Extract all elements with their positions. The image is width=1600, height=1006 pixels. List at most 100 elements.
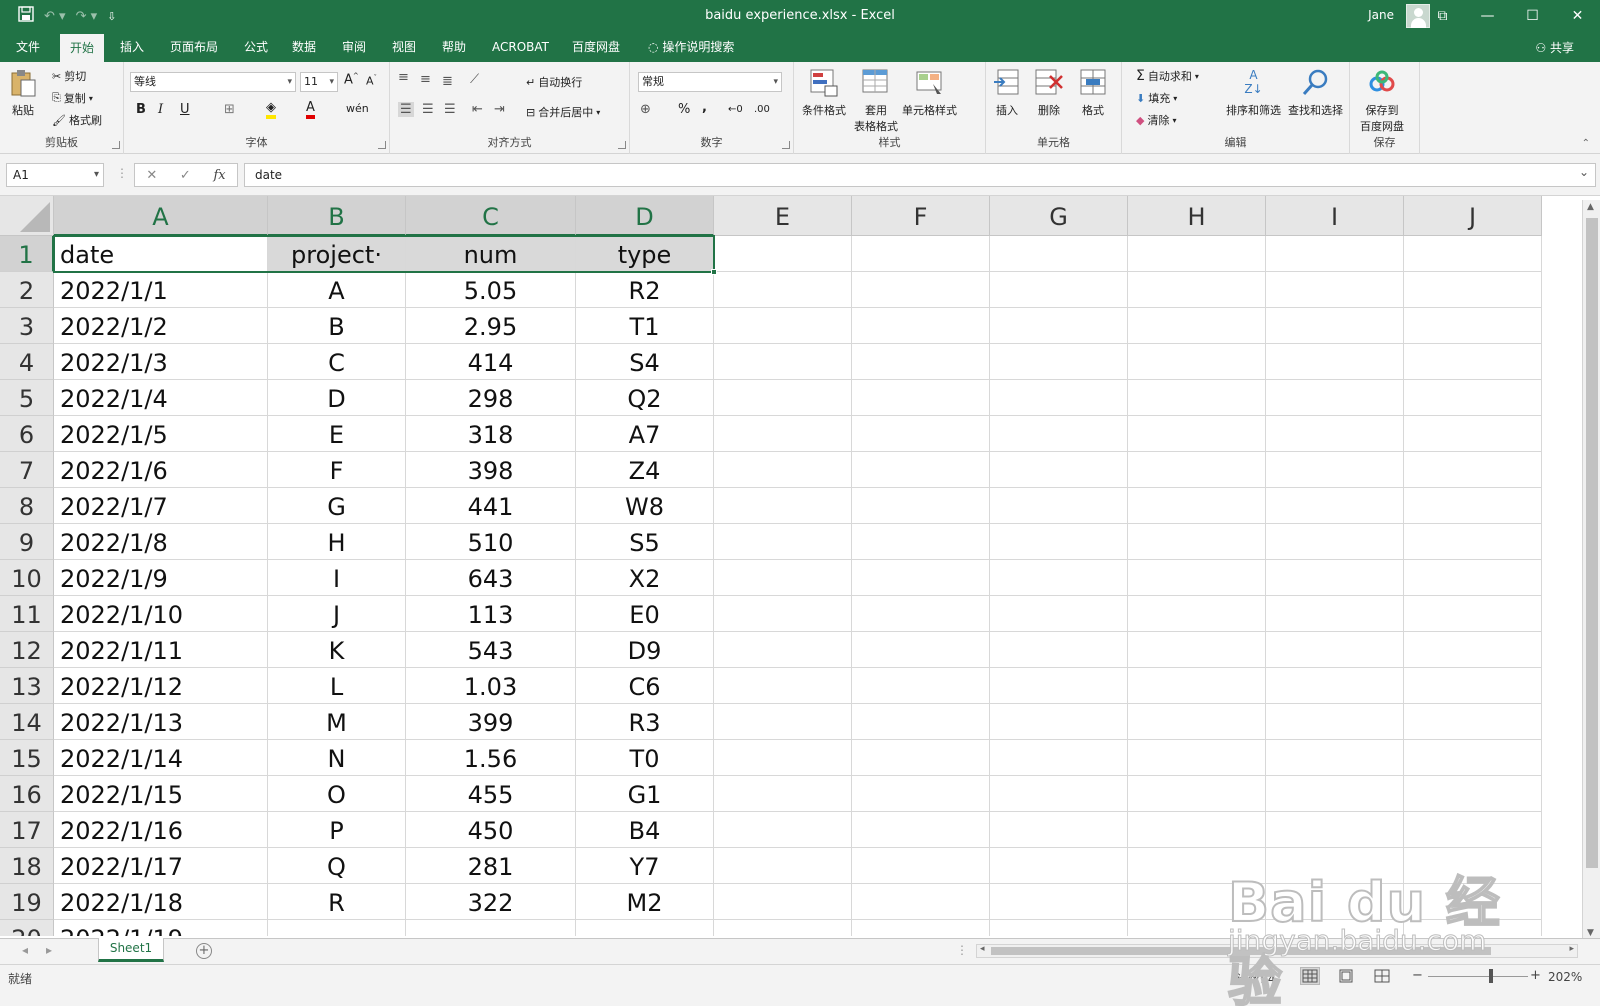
decrease-decimal-icon[interactable]: .00 — [754, 104, 770, 115]
cell-a12[interactable]: 2022/1/11 — [54, 632, 268, 668]
cell-i4[interactable] — [1266, 344, 1404, 380]
cell-f17[interactable] — [852, 812, 990, 848]
tab-help[interactable]: 帮助 — [432, 32, 476, 62]
cell-f12[interactable] — [852, 632, 990, 668]
format-painter-button[interactable]: 🖌 格式刷 — [52, 112, 102, 128]
cell-d20[interactable] — [576, 920, 714, 936]
tab-splitter[interactable]: ⋮ — [956, 943, 968, 957]
cell-g8[interactable] — [990, 488, 1128, 524]
tab-view[interactable]: 视图 — [382, 32, 426, 62]
tab-review[interactable]: 审阅 — [332, 32, 376, 62]
cell-h17[interactable] — [1128, 812, 1266, 848]
cell-j16[interactable] — [1404, 776, 1542, 812]
cell-a19[interactable]: 2022/1/18 — [54, 884, 268, 920]
cell-i12[interactable] — [1266, 632, 1404, 668]
cell-b14[interactable]: M — [268, 704, 406, 740]
zoom-in-icon[interactable]: + — [1530, 968, 1541, 983]
cell-h8[interactable] — [1128, 488, 1266, 524]
cell-b3[interactable]: B — [268, 308, 406, 344]
cell-e17[interactable] — [714, 812, 852, 848]
cell-g2[interactable] — [990, 272, 1128, 308]
cell-e11[interactable] — [714, 596, 852, 632]
cell-f2[interactable] — [852, 272, 990, 308]
cell-c17[interactable]: 450 — [406, 812, 576, 848]
number-launcher-icon[interactable] — [782, 141, 790, 149]
cell-d10[interactable]: X2 — [576, 560, 714, 596]
cell-d2[interactable]: R2 — [576, 272, 714, 308]
font-name-select[interactable]: 等线 — [130, 72, 296, 92]
row-header-5[interactable]: 5 — [0, 380, 54, 416]
cell-j19[interactable] — [1404, 884, 1542, 920]
conditional-formatting-button[interactable]: 条件格式 — [802, 68, 846, 118]
cell-h18[interactable] — [1128, 848, 1266, 884]
row-header-9[interactable]: 9 — [0, 524, 54, 560]
cell-f10[interactable] — [852, 560, 990, 596]
sort-filter-button[interactable]: A Z↓ 排序和筛选 — [1226, 68, 1281, 118]
cell-j5[interactable] — [1404, 380, 1542, 416]
row-header-8[interactable]: 8 — [0, 488, 54, 524]
cell-a1[interactable]: date — [54, 236, 268, 272]
add-sheet-icon[interactable]: + — [196, 943, 212, 959]
horizontal-scroll-thumb[interactable] — [991, 947, 1491, 955]
cell-f8[interactable] — [852, 488, 990, 524]
percent-style-button[interactable]: % — [678, 102, 690, 117]
cell-h19[interactable] — [1128, 884, 1266, 920]
cell-i1[interactable] — [1266, 236, 1404, 272]
cell-c2[interactable]: 5.05 — [406, 272, 576, 308]
cell-d7[interactable]: Z4 — [576, 452, 714, 488]
cell-e9[interactable] — [714, 524, 852, 560]
cell-g9[interactable] — [990, 524, 1128, 560]
cell-b5[interactable]: D — [268, 380, 406, 416]
select-all-button[interactable] — [0, 196, 54, 236]
tab-formulas[interactable]: 公式 — [234, 32, 278, 62]
align-left-icon[interactable]: ☰ — [398, 102, 414, 117]
row-header-15[interactable]: 15 — [0, 740, 54, 776]
share-button[interactable]: ⚇ 共享 — [1535, 39, 1574, 56]
cell-f7[interactable] — [852, 452, 990, 488]
align-center-icon[interactable]: ☰ — [422, 102, 434, 117]
comma-style-button[interactable]: , — [702, 100, 707, 115]
normal-view-icon[interactable] — [1300, 967, 1320, 985]
cell-d18[interactable]: Y7 — [576, 848, 714, 884]
cell-c19[interactable]: 322 — [406, 884, 576, 920]
column-header-j[interactable]: J — [1404, 196, 1542, 236]
decrease-font-icon[interactable]: Aˇ — [366, 74, 377, 88]
row-header-18[interactable]: 18 — [0, 848, 54, 884]
cell-g19[interactable] — [990, 884, 1128, 920]
row-header-20[interactable]: 20 — [0, 920, 54, 936]
column-header-h[interactable]: H — [1128, 196, 1266, 236]
cell-f13[interactable] — [852, 668, 990, 704]
cell-b17[interactable]: P — [268, 812, 406, 848]
scroll-down-icon[interactable]: ▼ — [1587, 928, 1594, 938]
cell-a20[interactable]: 2022/1/19 — [54, 920, 268, 936]
cell-h9[interactable] — [1128, 524, 1266, 560]
fill-color-icon[interactable]: ◈ — [266, 100, 276, 119]
zoom-slider[interactable] — [1428, 976, 1528, 977]
cell-e3[interactable] — [714, 308, 852, 344]
cell-f3[interactable] — [852, 308, 990, 344]
align-top-icon[interactable]: ≡ — [398, 70, 409, 85]
cell-j15[interactable] — [1404, 740, 1542, 776]
delete-cells-button[interactable]: 删除 — [1034, 68, 1064, 118]
cell-g4[interactable] — [990, 344, 1128, 380]
formula-input[interactable]: date — [244, 161, 1596, 187]
font-color-icon[interactable]: A — [306, 100, 315, 119]
cell-e5[interactable] — [714, 380, 852, 416]
cell-g11[interactable] — [990, 596, 1128, 632]
cell-e7[interactable] — [714, 452, 852, 488]
cell-i2[interactable] — [1266, 272, 1404, 308]
tab-acrobat[interactable]: ACROBAT — [482, 32, 559, 62]
cell-e14[interactable] — [714, 704, 852, 740]
cell-a15[interactable]: 2022/1/14 — [54, 740, 268, 776]
cell-h13[interactable] — [1128, 668, 1266, 704]
cell-g16[interactable] — [990, 776, 1128, 812]
cell-e18[interactable] — [714, 848, 852, 884]
cell-j6[interactable] — [1404, 416, 1542, 452]
row-header-13[interactable]: 13 — [0, 668, 54, 704]
cell-d3[interactable]: T1 — [576, 308, 714, 344]
cell-g17[interactable] — [990, 812, 1128, 848]
row-header-14[interactable]: 14 — [0, 704, 54, 740]
cell-j20[interactable] — [1404, 920, 1542, 936]
cell-c18[interactable]: 281 — [406, 848, 576, 884]
cell-a14[interactable]: 2022/1/13 — [54, 704, 268, 740]
